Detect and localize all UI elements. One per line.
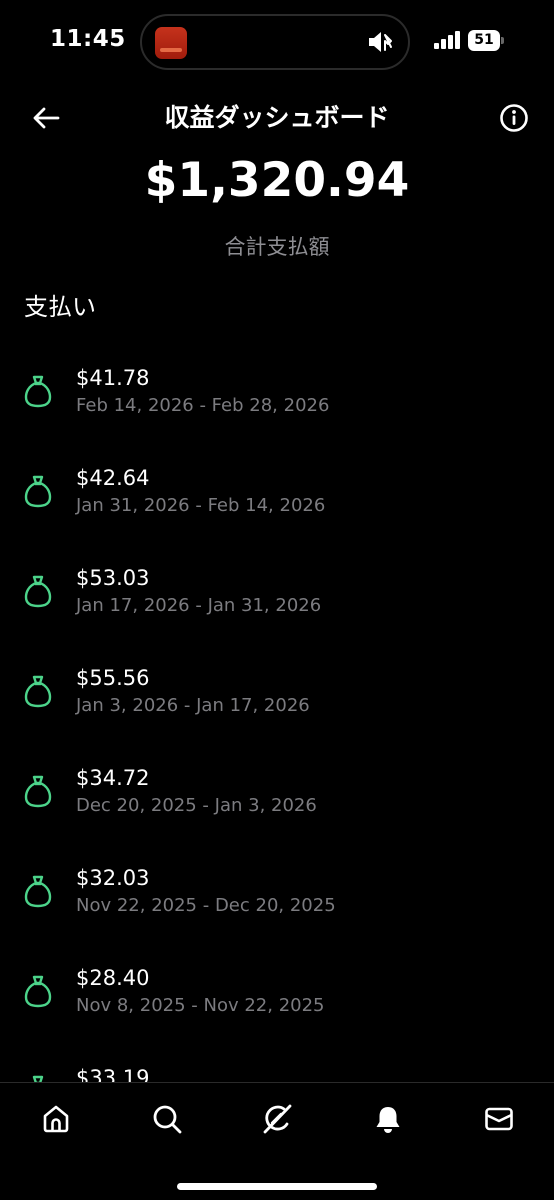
payout-date-range: Jan 31, 2026 - Feb 14, 2026 xyxy=(76,495,326,516)
now-playing-app-icon xyxy=(155,27,187,59)
payout-row[interactable]: $41.78 Feb 14, 2026 - Feb 28, 2026 xyxy=(0,360,554,460)
payout-amount: $28.40 xyxy=(76,966,150,990)
battery-level: 51 xyxy=(468,30,500,51)
money-bag-icon xyxy=(24,875,52,908)
payout-amount: $34.72 xyxy=(76,766,150,790)
silent-mode-icon xyxy=(366,29,394,59)
payout-row[interactable]: $55.56 Jan 3, 2026 - Jan 17, 2026 xyxy=(0,660,554,760)
payout-row[interactable]: $32.03 Nov 22, 2025 - Dec 20, 2025 xyxy=(0,860,554,960)
nav-messages[interactable] xyxy=(479,1099,519,1139)
status-time: 11:45 xyxy=(50,26,126,52)
payout-row[interactable]: $53.03 Jan 17, 2026 - Jan 31, 2026 xyxy=(0,560,554,660)
search-icon xyxy=(153,1105,182,1134)
payout-amount: $53.03 xyxy=(76,566,150,590)
nav-notifications[interactable] xyxy=(368,1099,408,1139)
mail-icon xyxy=(485,1107,513,1131)
payout-date-range: Dec 20, 2025 - Jan 3, 2026 xyxy=(76,795,317,816)
payout-amount: $33.19 xyxy=(76,1066,150,1082)
status-bar: 11:45 51 xyxy=(0,0,554,84)
payouts-section-title: 支払い xyxy=(24,293,96,321)
bottom-nav xyxy=(0,1082,554,1200)
total-payout-label: 合計支払額 xyxy=(224,235,330,259)
info-button[interactable] xyxy=(496,100,532,136)
payout-amount: $42.64 xyxy=(76,466,150,490)
bell-icon xyxy=(376,1107,400,1133)
payout-list[interactable]: $41.78 Feb 14, 2026 - Feb 28, 2026 $42.64 J… xyxy=(0,360,554,1082)
payout-amount: $32.03 xyxy=(76,866,150,890)
home-indicator[interactable] xyxy=(177,1183,377,1190)
dynamic-island[interactable] xyxy=(140,14,410,70)
money-bag-icon xyxy=(24,475,52,508)
total-payout-amount: $1,320.94 xyxy=(144,153,410,208)
payout-row[interactable]: $34.72 Dec 20, 2025 - Jan 3, 2026 xyxy=(0,760,554,860)
nav-home[interactable] xyxy=(36,1099,76,1139)
home-icon xyxy=(43,1105,69,1133)
grok-icon xyxy=(263,1104,292,1134)
info-circle-icon xyxy=(500,104,528,132)
money-bag-icon xyxy=(32,1075,44,1082)
payout-amount: $55.56 xyxy=(76,666,150,690)
payout-date-range: Nov 8, 2025 - Nov 22, 2025 xyxy=(76,995,325,1016)
payout-date-range: Jan 17, 2026 - Jan 31, 2026 xyxy=(76,595,322,616)
battery-icon: 51 xyxy=(468,30,504,51)
payout-date-range: Feb 14, 2026 - Feb 28, 2026 xyxy=(76,395,330,416)
payout-row[interactable]: $42.64 Jan 31, 2026 - Feb 14, 2026 xyxy=(0,460,554,560)
payout-row[interactable]: $33.19 xyxy=(0,1060,554,1082)
money-bag-icon xyxy=(24,375,52,408)
payout-row[interactable]: $28.40 Nov 8, 2025 - Nov 22, 2025 xyxy=(0,960,554,1060)
money-bag-icon xyxy=(24,675,52,708)
cellular-signal-icon xyxy=(434,31,462,53)
money-bag-icon xyxy=(24,975,52,1008)
nav-grok[interactable] xyxy=(257,1099,297,1139)
payout-date-range: Jan 3, 2026 - Jan 17, 2026 xyxy=(76,695,310,716)
payout-date-range: Nov 22, 2025 - Dec 20, 2025 xyxy=(76,895,336,916)
page-title: 収益ダッシュボード xyxy=(164,103,390,132)
money-bag-icon xyxy=(24,775,52,808)
money-bag-icon xyxy=(24,575,52,608)
payout-amount: $41.78 xyxy=(76,366,150,390)
nav-search[interactable] xyxy=(147,1099,187,1139)
screen: 11:45 51 収益ダッシュボード $1,320.94 合計支払額 支払い $… xyxy=(0,0,554,1200)
